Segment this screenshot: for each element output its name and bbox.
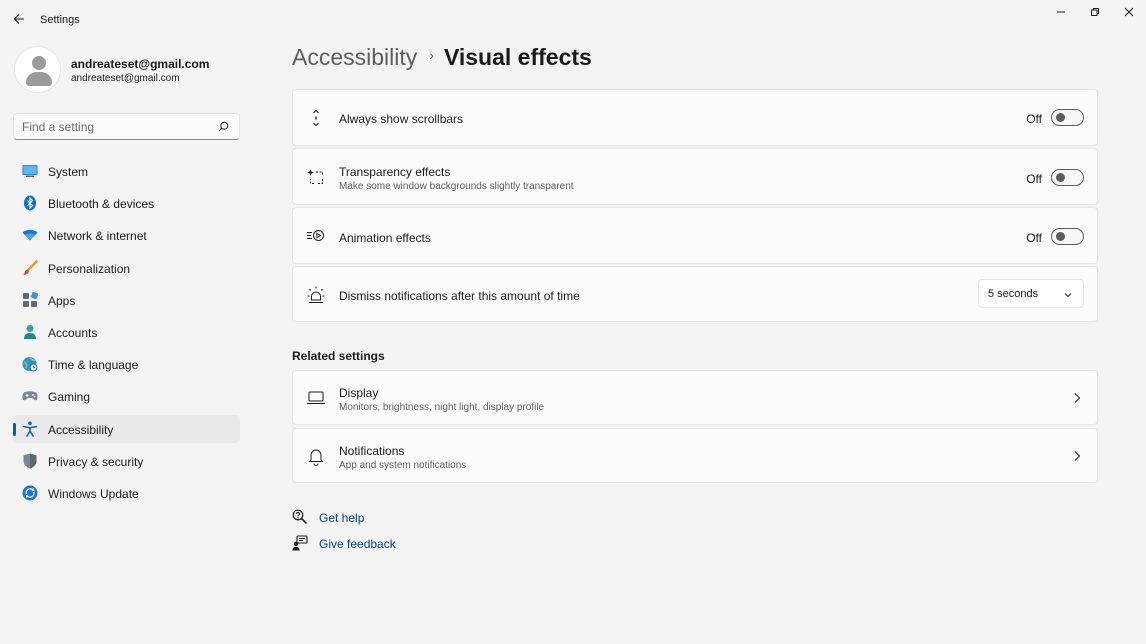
sidebar-item-label: System bbox=[48, 165, 89, 179]
sidebar-item-label: Privacy & security bbox=[48, 454, 144, 469]
minimize-button[interactable] bbox=[1050, 4, 1072, 20]
toggle-state-label: Off bbox=[1026, 231, 1042, 245]
apps-icon bbox=[22, 291, 38, 308]
setting-transparency-effects: Transparency effects Make some window ba… bbox=[292, 148, 1098, 205]
scrollbar-icon bbox=[306, 108, 326, 128]
toggle-state-label: Off bbox=[1026, 112, 1042, 126]
bluetooth-icon bbox=[22, 195, 38, 211]
related-description: App and system notifications bbox=[339, 460, 467, 471]
setting-title: Dismiss notifications after this amount … bbox=[339, 289, 580, 303]
breadcrumb-separator: › bbox=[429, 47, 434, 63]
back-button[interactable] bbox=[8, 8, 30, 30]
scrollbars-toggle[interactable] bbox=[1051, 109, 1084, 126]
dropdown-selected-value: 5 seconds bbox=[988, 288, 1039, 300]
related-description: Monitors, brightness, night light, displ… bbox=[339, 402, 545, 413]
toggle-state-label: Off bbox=[1026, 172, 1042, 186]
back-arrow-icon bbox=[13, 14, 24, 24]
update-icon bbox=[22, 485, 38, 501]
user-profile[interactable]: andreateset@gmail.com andreateset@gmail.… bbox=[14, 46, 244, 94]
profile-name: andreateset@gmail.com bbox=[71, 57, 210, 71]
sidebar-item-time-language[interactable]: Time & language bbox=[13, 350, 240, 378]
sidebar-item-apps[interactable]: Apps bbox=[13, 286, 240, 314]
restore-icon bbox=[1091, 8, 1099, 16]
sidebar-item-gaming[interactable]: Gaming bbox=[13, 382, 240, 410]
sidebar-item-personalization[interactable]: Personalization bbox=[13, 254, 240, 282]
sidebar-item-windows-update[interactable]: Windows Update bbox=[13, 479, 240, 507]
sidebar-item-network[interactable]: Network & internet bbox=[13, 221, 240, 249]
transparency-icon bbox=[306, 167, 326, 187]
sidebar-item-label: Network & internet bbox=[48, 229, 147, 244]
close-button[interactable] bbox=[1118, 4, 1140, 20]
notification-timer-icon bbox=[306, 285, 326, 305]
related-item-display[interactable]: Display Monitors, brightness, night ligh… bbox=[292, 370, 1098, 425]
sidebar-item-label: Bluetooth & devices bbox=[48, 197, 155, 212]
chevron-down-icon bbox=[1064, 293, 1072, 298]
related-title: Display bbox=[339, 386, 379, 400]
close-icon bbox=[1124, 7, 1134, 17]
give-feedback-label[interactable]: Give feedback bbox=[319, 537, 396, 551]
sidebar-item-label: Gaming bbox=[48, 390, 91, 405]
setting-always-show-scrollbars: Always show scrollbars Off bbox=[292, 89, 1098, 146]
animation-toggle[interactable] bbox=[1051, 228, 1084, 245]
system-icon bbox=[22, 163, 38, 179]
gamepad-icon bbox=[22, 388, 38, 404]
title-bar: Settings bbox=[0, 0, 1146, 40]
brush-icon bbox=[22, 259, 38, 276]
sidebar-item-label: Windows Update bbox=[48, 486, 139, 501]
setting-title: Transparency effects bbox=[339, 165, 451, 179]
sidebar-item-system[interactable]: System bbox=[13, 157, 240, 185]
sidebar-item-label: Personalization bbox=[48, 261, 131, 276]
monitor-icon bbox=[306, 388, 326, 408]
setting-description: Make some window backgrounds slightly tr… bbox=[339, 181, 574, 192]
sidebar-item-accessibility[interactable]: Accessibility bbox=[13, 414, 240, 443]
get-help-label[interactable]: Get help bbox=[319, 511, 364, 525]
get-help-icon bbox=[292, 509, 308, 525]
sidebar-item-privacy-security[interactable]: Privacy & security bbox=[13, 447, 240, 475]
globe-clock-icon bbox=[22, 356, 38, 372]
accessibility-icon bbox=[22, 421, 38, 437]
wifi-icon bbox=[22, 227, 38, 243]
breadcrumb: Accessibility › Visual effects bbox=[292, 44, 592, 80]
restore-button[interactable] bbox=[1084, 4, 1106, 20]
sidebar-item-label: Accessibility bbox=[48, 422, 114, 437]
search-icon[interactable] bbox=[218, 121, 229, 132]
transparency-toggle[interactable] bbox=[1051, 169, 1084, 186]
chevron-right-icon bbox=[1070, 449, 1084, 463]
setting-title: Always show scrollbars bbox=[339, 112, 464, 126]
dismiss-time-dropdown[interactable]: 5 seconds bbox=[978, 279, 1084, 308]
app-title: Settings bbox=[40, 14, 80, 26]
related-item-notifications[interactable]: Notifications App and system notificatio… bbox=[292, 428, 1098, 483]
chevron-right-icon bbox=[1070, 391, 1084, 405]
sidebar-item-label: Time & language bbox=[48, 358, 139, 373]
setting-title: Animation effects bbox=[339, 231, 431, 245]
shield-icon bbox=[22, 453, 38, 469]
sidebar-item-label: Accounts bbox=[48, 325, 98, 340]
animation-icon bbox=[306, 226, 326, 246]
person-icon bbox=[22, 324, 38, 340]
setting-dismiss-notifications: Dismiss notifications after this amount … bbox=[292, 266, 1098, 322]
sidebar-nav: System Bluetooth & devices Network & int… bbox=[13, 157, 240, 511]
profile-email: andreateset@gmail.com bbox=[71, 73, 180, 84]
sidebar-item-bluetooth[interactable]: Bluetooth & devices bbox=[13, 189, 240, 217]
avatar bbox=[14, 46, 61, 93]
feedback-icon bbox=[292, 535, 308, 551]
search-box[interactable] bbox=[13, 113, 240, 140]
page-title: Visual effects bbox=[443, 44, 592, 70]
breadcrumb-parent[interactable]: Accessibility bbox=[292, 44, 417, 70]
sidebar-item-label: Apps bbox=[48, 293, 76, 308]
search-input[interactable] bbox=[22, 119, 212, 135]
sidebar-item-accounts[interactable]: Accounts bbox=[13, 318, 240, 346]
related-title: Notifications bbox=[339, 444, 405, 458]
setting-animation-effects: Animation effects Off bbox=[292, 207, 1098, 264]
related-settings-heading: Related settings bbox=[292, 349, 385, 363]
bell-icon bbox=[306, 446, 326, 466]
minimize-icon bbox=[1057, 11, 1065, 13]
